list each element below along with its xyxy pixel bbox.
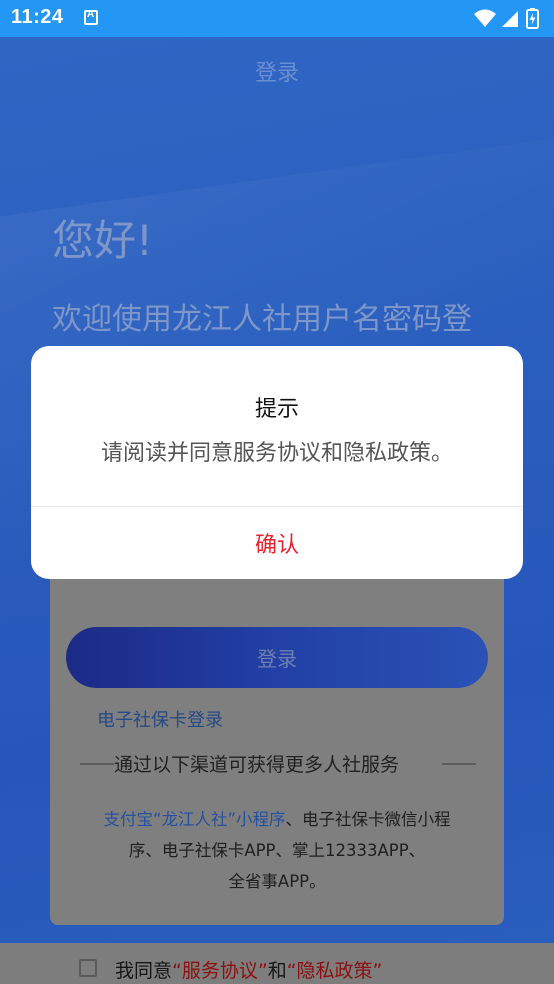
dialog-message: 请阅读并同意服务协议和隐私政策。 (100, 441, 453, 466)
app-notification-icon (84, 9, 98, 25)
channels-title: 通过以下渠道可获得更多人社服务 (114, 754, 400, 776)
channels-divider-left (80, 763, 114, 765)
alipay-miniprogram-link[interactable]: 支付宝“龙江人社”小程序 (103, 810, 285, 829)
cell-signal-icon (502, 11, 518, 27)
dialog-title: 提示 (254, 397, 299, 422)
greeting-welcome: 欢迎使用龙江人社用户名密码登 (52, 302, 472, 337)
channels-text-line2: 序、电子社保卡APP、掌上12333APP、 (128, 841, 426, 860)
agreement-and: 和 (267, 960, 287, 982)
agreement-prefix: 我同意 (115, 960, 173, 982)
channels-text: 支付宝“龙江人社”小程序、电子社保卡微信小程 序、电子社保卡APP、掌上1233… (80, 804, 474, 897)
confirm-button[interactable]: 确认 (31, 507, 523, 579)
channels-divider-right (442, 763, 476, 765)
channels-text-line1: 、电子社保卡微信小程 (285, 810, 451, 829)
status-icons (472, 7, 542, 31)
prompt-dialog: 提示 请阅读并同意服务协议和隐私政策。 确认 (31, 346, 523, 579)
agreement-text: 我同意“服务协议”和“隐私政策” (115, 956, 382, 983)
service-agreement-link[interactable]: “服务协议” (172, 960, 268, 982)
ecard-login-link[interactable]: 电子社保卡登录 (97, 706, 223, 732)
wifi-icon (474, 9, 496, 27)
status-time: 11:24 (11, 6, 64, 28)
battery-charging-icon (526, 8, 539, 29)
page-title: 登录 (254, 61, 299, 86)
login-button[interactable]: 登录 (66, 627, 488, 688)
agree-checkbox[interactable] (79, 959, 97, 977)
privacy-policy-link[interactable]: “隐私政策” (287, 960, 383, 982)
channels-text-line3: 全省事APP。 (228, 872, 326, 891)
greeting-hello: 您好! (52, 216, 153, 265)
status-bar: 11:24 (0, 0, 554, 37)
